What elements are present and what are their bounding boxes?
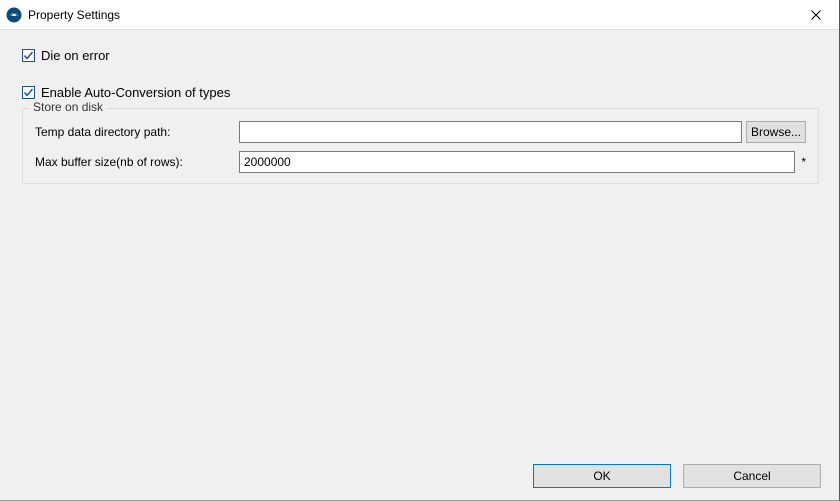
max-buffer-input[interactable]	[239, 151, 795, 173]
titlebar: Property Settings	[0, 0, 839, 30]
temp-path-input[interactable]	[239, 121, 742, 143]
ok-button[interactable]: OK	[533, 464, 671, 488]
close-icon	[811, 10, 821, 20]
die-on-error-checkbox[interactable]	[22, 49, 35, 62]
max-buffer-row: Max buffer size(nb of rows): *	[35, 151, 806, 173]
enable-auto-conversion-checkbox[interactable]	[22, 86, 35, 99]
enable-auto-conversion-label: Enable Auto-Conversion of types	[41, 85, 230, 100]
check-icon	[23, 87, 34, 98]
button-bar: OK Cancel	[533, 464, 821, 488]
enable-auto-conversion-row: Enable Auto-Conversion of types	[22, 85, 819, 100]
content-area: Die on error Enable Auto-Conversion of t…	[0, 30, 839, 184]
max-buffer-label: Max buffer size(nb of rows):	[35, 155, 235, 169]
check-icon	[23, 50, 34, 61]
close-button[interactable]	[793, 0, 839, 30]
die-on-error-row: Die on error	[22, 48, 819, 63]
temp-path-label: Temp data directory path:	[35, 125, 235, 139]
temp-path-row: Temp data directory path: Browse...	[35, 121, 806, 143]
browse-button[interactable]: Browse...	[746, 121, 806, 143]
cancel-button[interactable]: Cancel	[683, 464, 821, 488]
app-icon	[6, 7, 22, 23]
required-marker: *	[801, 155, 806, 169]
store-on-disk-legend: Store on disk	[29, 100, 107, 114]
window-title: Property Settings	[28, 8, 120, 22]
die-on-error-label: Die on error	[41, 48, 110, 63]
store-on-disk-fieldset: Store on disk Temp data directory path: …	[22, 108, 819, 184]
